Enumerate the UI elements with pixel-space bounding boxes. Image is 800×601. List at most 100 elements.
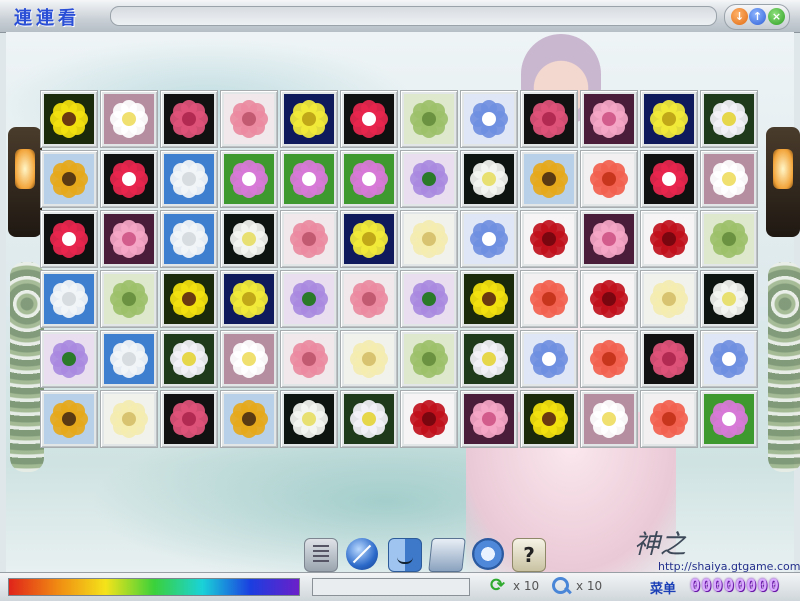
close-button[interactable]: × — [768, 8, 785, 25]
white-asters-icon — [344, 394, 394, 444]
tile-pink-blossom[interactable] — [460, 390, 518, 448]
tile-green-hydrangea[interactable] — [400, 330, 458, 388]
tile-yellow-aster[interactable] — [280, 90, 338, 148]
tile-coral-gerbera[interactable] — [640, 390, 698, 448]
tile-yellow-daisy[interactable] — [160, 270, 218, 328]
safari-icon[interactable] — [346, 538, 378, 570]
tile-green-hydrangea[interactable] — [100, 270, 158, 328]
tile-sunflower[interactable] — [520, 150, 578, 208]
tile-white-rose[interactable] — [160, 150, 218, 208]
tile-yellow-rose[interactable] — [640, 270, 698, 328]
tile-sunflower[interactable] — [40, 390, 98, 448]
tile-sunflower[interactable] — [220, 390, 278, 448]
tile-red-carnation[interactable] — [40, 210, 98, 268]
tile-white-lily[interactable] — [580, 390, 638, 448]
tile-purple-iris[interactable] — [280, 270, 338, 328]
tile-pink-gerbera[interactable] — [220, 90, 278, 148]
help-icon[interactable]: ? — [512, 538, 546, 572]
tile-pink-blossom[interactable] — [580, 90, 638, 148]
tile-sunflower[interactable] — [40, 150, 98, 208]
tile-pink-gerbera[interactable] — [340, 270, 398, 328]
flower-center-shape — [62, 112, 76, 126]
calla-lily-icon — [224, 214, 274, 264]
hint-magnifier-icon[interactable] — [551, 576, 571, 596]
tile-white-rose[interactable] — [160, 210, 218, 268]
drive-icon[interactable] — [428, 538, 466, 572]
tile-pink-blossom[interactable] — [580, 210, 638, 268]
tile-coral-gerbera[interactable] — [580, 150, 638, 208]
game-logo: 神之 — [634, 530, 687, 560]
settings-icon[interactable] — [472, 538, 504, 570]
tile-yellow-aster[interactable] — [340, 210, 398, 268]
tile-yellow-rose[interactable] — [400, 210, 458, 268]
tile-red-rose[interactable] — [640, 210, 698, 268]
tile-pink-rose[interactable] — [160, 390, 218, 448]
tile-pink-rose[interactable] — [160, 90, 218, 148]
tile-red-carnation[interactable] — [640, 150, 698, 208]
white-lily-icon — [224, 334, 274, 384]
tile-purple-iris[interactable] — [40, 330, 98, 388]
minimize-button[interactable]: ↓ — [731, 8, 748, 25]
tile-purple-iris[interactable] — [400, 270, 458, 328]
tile-red-rose[interactable] — [520, 210, 578, 268]
flower-center-shape — [242, 112, 256, 126]
flower-center-shape — [182, 412, 196, 426]
tile-yellow-rose[interactable] — [340, 330, 398, 388]
red-carnation-icon — [644, 154, 694, 204]
tile-pink-rose[interactable] — [640, 330, 698, 388]
menu-button[interactable]: 菜单 — [650, 578, 676, 597]
tile-calla-lily[interactable] — [700, 270, 758, 328]
tile-yellow-daisy[interactable] — [460, 270, 518, 328]
tile-green-hydrangea[interactable] — [700, 210, 758, 268]
calculator-icon[interactable] — [304, 538, 338, 572]
tile-pink-rose[interactable] — [520, 90, 578, 148]
flower-center-shape — [722, 292, 736, 306]
tile-white-asters[interactable] — [160, 330, 218, 388]
flower-center-shape — [422, 232, 436, 246]
tile-pink-orchid[interactable] — [280, 150, 338, 208]
refresh-icon[interactable]: ⟳ — [490, 576, 510, 596]
tile-white-lily[interactable] — [100, 90, 158, 148]
tile-white-rose[interactable] — [40, 270, 98, 328]
tile-blue-star[interactable] — [460, 90, 518, 148]
tile-white-lily[interactable] — [220, 330, 278, 388]
pink-orchid-icon — [704, 394, 754, 444]
finder-icon[interactable] — [388, 538, 422, 572]
tile-pink-orchid[interactable] — [700, 390, 758, 448]
flower-center-shape — [302, 412, 316, 426]
tile-blue-star[interactable] — [460, 210, 518, 268]
tile-calla-lily[interactable] — [220, 210, 278, 268]
flower-center-shape — [662, 232, 676, 246]
maximize-button[interactable]: ↑ — [749, 8, 766, 25]
tile-pink-blossom[interactable] — [100, 210, 158, 268]
tile-coral-gerbera[interactable] — [580, 330, 638, 388]
tile-red-rose[interactable] — [580, 270, 638, 328]
tile-white-asters[interactable] — [340, 390, 398, 448]
tile-coral-gerbera[interactable] — [520, 270, 578, 328]
tile-white-asters[interactable] — [700, 90, 758, 148]
tile-pink-orchid[interactable] — [220, 150, 278, 208]
tile-purple-iris[interactable] — [400, 150, 458, 208]
tile-yellow-daisy[interactable] — [40, 90, 98, 148]
tile-white-rose[interactable] — [100, 330, 158, 388]
tile-white-lily[interactable] — [700, 150, 758, 208]
tile-pink-gerbera[interactable] — [280, 330, 338, 388]
tile-green-hydrangea[interactable] — [400, 90, 458, 148]
tile-yellow-rose[interactable] — [100, 390, 158, 448]
white-rose-icon — [164, 214, 214, 264]
tile-white-asters[interactable] — [460, 330, 518, 388]
tile-red-carnation[interactable] — [340, 90, 398, 148]
tile-blue-star[interactable] — [700, 330, 758, 388]
tile-pink-orchid[interactable] — [340, 150, 398, 208]
tile-yellow-aster[interactable] — [640, 90, 698, 148]
yellow-daisy-icon — [464, 274, 514, 324]
tile-yellow-aster[interactable] — [220, 270, 278, 328]
tile-blue-star[interactable] — [520, 330, 578, 388]
tile-red-carnation[interactable] — [100, 150, 158, 208]
tile-pink-gerbera[interactable] — [280, 210, 338, 268]
tile-calla-lily[interactable] — [460, 150, 518, 208]
tile-calla-lily[interactable] — [280, 390, 338, 448]
tile-yellow-daisy[interactable] — [520, 390, 578, 448]
coral-gerbera-icon — [584, 154, 634, 204]
tile-red-rose[interactable] — [400, 390, 458, 448]
